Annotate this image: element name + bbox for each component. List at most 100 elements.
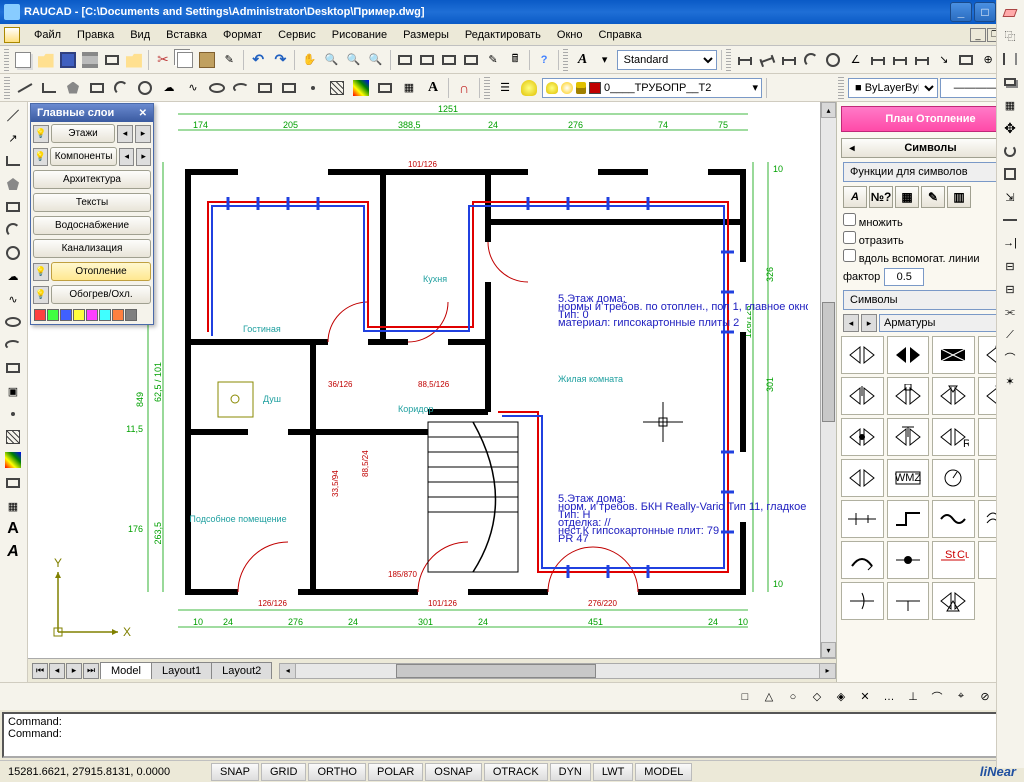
color-swatch[interactable] <box>112 309 124 321</box>
properties-button[interactable] <box>395 49 415 71</box>
snap-tan-button[interactable]: ⌒ <box>926 686 948 708</box>
layer-bulb-icon[interactable]: 💡 <box>33 263 49 281</box>
copy-button[interactable] <box>175 49 195 71</box>
mirror-checkbox[interactable]: отразить <box>843 230 1018 248</box>
tab-next-icon[interactable]: ▸ <box>66 663 82 679</box>
symbol-valve-11[interactable]: Rp <box>932 418 975 456</box>
along-guide-checkbox[interactable]: вдоль вспомогат. линии <box>843 248 1018 266</box>
symbols-select[interactable]: Символы <box>843 290 1018 310</box>
draw-gradient-button[interactable] <box>350 77 372 99</box>
text-style-icon[interactable]: A <box>843 186 867 208</box>
scroll-down-icon[interactable]: ▾ <box>821 642 836 658</box>
extend-button[interactable]: →| <box>999 232 1021 254</box>
menu-window[interactable]: Окно <box>549 26 591 44</box>
toolbar-grip[interactable] <box>726 49 731 71</box>
menu-edit[interactable]: Правка <box>69 26 122 44</box>
lwt-toggle[interactable]: LWT <box>593 763 633 781</box>
menu-format[interactable]: Формат <box>215 26 270 44</box>
vertical-scrollbar[interactable]: ▴ ▾ <box>820 102 836 658</box>
command-line[interactable]: Command: Command: <box>2 712 1022 758</box>
ellipse-arc-tool[interactable] <box>2 334 24 356</box>
table-tool[interactable]: ▦ <box>2 495 24 517</box>
layers-panel-close-icon[interactable]: ✕ <box>139 108 147 119</box>
category-prev-icon[interactable]: ◂ <box>843 314 859 332</box>
draw-hatch-button[interactable] <box>326 77 348 99</box>
layer-manager-button[interactable]: ☰ <box>494 77 516 99</box>
toolbar-grip[interactable] <box>4 77 10 99</box>
erase-button[interactable] <box>999 2 1021 24</box>
draw-spline-button[interactable]: ∿ <box>182 77 204 99</box>
scroll-left-icon[interactable]: ◂ <box>280 664 296 678</box>
dim-ordinate-button[interactable] <box>779 49 799 71</box>
arc-tool[interactable] <box>2 219 24 241</box>
open-button[interactable] <box>36 49 56 71</box>
layer-heating-button[interactable]: Отопление <box>51 262 151 281</box>
layer-bulb-icon[interactable]: 💡 <box>33 125 49 143</box>
horizontal-scrollbar[interactable]: ◂ ▸ <box>279 663 836 679</box>
undo-button[interactable]: ↶ <box>248 49 268 71</box>
tool-palettes-button[interactable] <box>439 49 459 71</box>
chamfer-button[interactable]: ⟋ <box>999 324 1021 346</box>
snap-extension-button[interactable]: … <box>878 686 900 708</box>
publish-button[interactable] <box>124 49 144 71</box>
layer-hvac-button[interactable]: Обогрев/Охл. <box>51 285 151 304</box>
symbol-crossing[interactable] <box>841 582 884 620</box>
array-button[interactable]: ▦ <box>999 94 1021 116</box>
rectangle-tool[interactable] <box>2 196 24 218</box>
model-toggle[interactable]: MODEL <box>635 763 692 781</box>
draw-table-button[interactable]: ▦ <box>398 77 420 99</box>
menu-draw[interactable]: Рисование <box>324 26 395 44</box>
snap-node-button[interactable]: ◇ <box>806 686 828 708</box>
symbol-wave-1[interactable] <box>932 500 975 538</box>
symbol-tee[interactable] <box>887 582 930 620</box>
osnap-toggle[interactable]: OSNAP <box>425 763 482 781</box>
layers-panel-header[interactable]: Главные слои ✕ <box>31 104 153 122</box>
mirror-button[interactable] <box>999 48 1021 70</box>
design-center-button[interactable] <box>417 49 437 71</box>
spline-tool[interactable]: ∿ <box>2 288 24 310</box>
make-block-button[interactable] <box>278 77 300 99</box>
draw-line-button[interactable] <box>14 77 36 99</box>
symbol-functions-select[interactable]: Функции для символов <box>843 162 1018 182</box>
polar-toggle[interactable]: POLAR <box>368 763 423 781</box>
scroll-up-icon[interactable]: ▴ <box>821 102 836 118</box>
ellipse-tool[interactable] <box>2 311 24 333</box>
new-button[interactable] <box>13 49 33 71</box>
symbol-valve-6[interactable] <box>887 377 930 415</box>
snap-intersection-button[interactable]: ✕ <box>854 686 876 708</box>
menu-file[interactable]: Файл <box>26 26 69 44</box>
toolbar-grip[interactable] <box>563 49 568 71</box>
symbol-arrow-curve[interactable] <box>841 541 884 579</box>
snap-toggle[interactable]: SNAP <box>211 763 259 781</box>
circle-tool[interactable] <box>2 242 24 264</box>
insert-block-tool[interactable] <box>2 357 24 379</box>
layer-next-icon[interactable]: ▸ <box>135 125 151 143</box>
snap-center-button[interactable]: ○ <box>782 686 804 708</box>
hatch-tool[interactable] <box>2 426 24 448</box>
preview-button[interactable] <box>102 49 122 71</box>
menu-help[interactable]: Справка <box>590 26 649 44</box>
break-at-point-button[interactable]: ⊟ <box>999 255 1021 277</box>
color-swatch[interactable] <box>99 309 111 321</box>
scroll-thumb[interactable] <box>396 664 596 678</box>
tab-prev-icon[interactable]: ◂ <box>49 663 65 679</box>
copy-object-button[interactable]: ⿻ <box>999 25 1021 47</box>
scroll-right-icon[interactable]: ▸ <box>819 664 835 678</box>
menu-view[interactable]: Вид <box>122 26 158 44</box>
dyn-toggle[interactable]: DYN <box>550 763 591 781</box>
symbol-step[interactable] <box>887 500 930 538</box>
draw-mtext-button[interactable]: A <box>422 77 444 99</box>
polyline-tool[interactable] <box>2 150 24 172</box>
revision-cloud-tool[interactable]: ☁ <box>2 265 24 287</box>
draw-ellipse-button[interactable] <box>206 77 228 99</box>
symbol-meter-wmz[interactable]: WMZ <box>887 459 930 497</box>
tab-layout2[interactable]: Layout2 <box>211 662 272 679</box>
draw-pline-button[interactable] <box>38 77 60 99</box>
save-button[interactable] <box>58 49 78 71</box>
symbol-gauge[interactable] <box>932 459 975 497</box>
symbol-reducer[interactable] <box>841 500 884 538</box>
draw-arc-button[interactable] <box>110 77 132 99</box>
zoom-rt-button[interactable]: 🔍 <box>321 49 341 71</box>
toolbar-grip[interactable] <box>484 77 490 99</box>
layer-floors-button[interactable]: Этажи <box>51 124 115 143</box>
